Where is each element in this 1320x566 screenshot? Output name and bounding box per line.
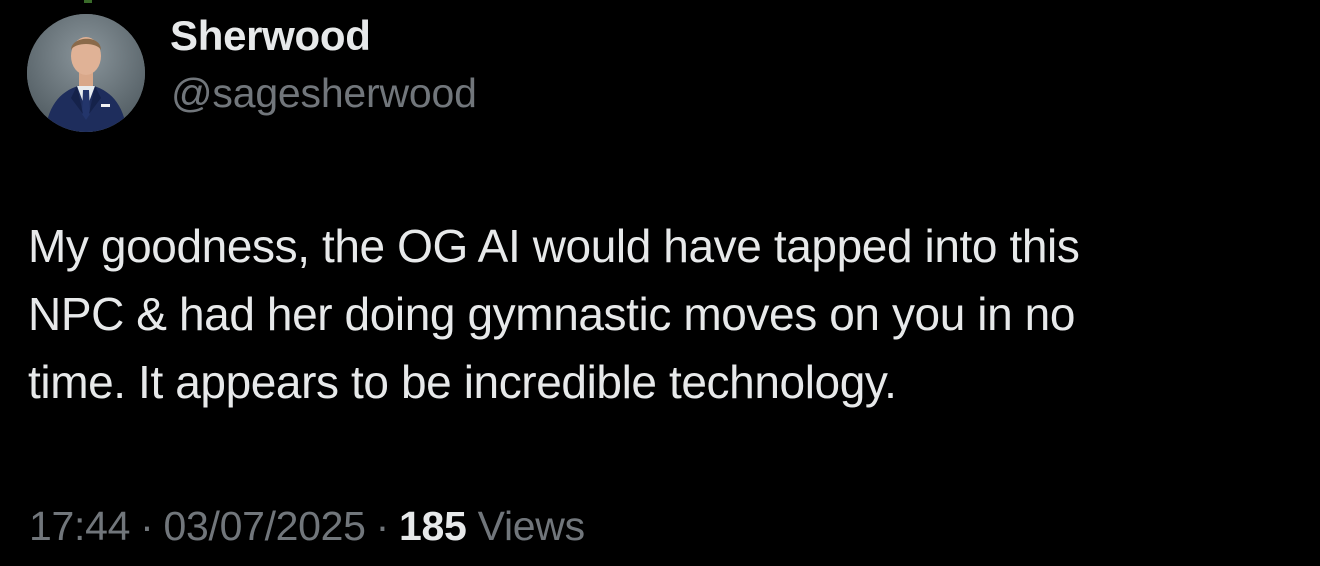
- profile-photo-icon: [27, 14, 145, 132]
- post-text-line: time. It appears to be incredible techno…: [28, 356, 897, 408]
- post-text-line: NPC & had her doing gymnastic moves on y…: [28, 288, 1076, 340]
- views-label: Views: [477, 503, 585, 549]
- views-count: 185: [399, 503, 467, 549]
- author-display-name[interactable]: Sherwood: [170, 12, 371, 60]
- post-text-line: My goodness, the OG AI would have tapped…: [28, 220, 1080, 272]
- post-date[interactable]: 03/07/2025: [163, 503, 366, 549]
- post-meta: 17:44 · 03/07/2025 · 185 Views: [29, 503, 585, 550]
- tweet-detail: Sherwood @sagesherwood My goodness, the …: [0, 0, 1320, 566]
- avatar[interactable]: [27, 14, 145, 132]
- meta-separator: ·: [375, 503, 390, 549]
- post-text: My goodness, the OG AI would have tapped…: [28, 212, 1298, 416]
- decorative-edge-mark: [84, 0, 92, 3]
- author-handle[interactable]: @sagesherwood: [171, 70, 477, 117]
- post-time[interactable]: 17:44: [29, 503, 130, 549]
- meta-separator: ·: [140, 503, 154, 549]
